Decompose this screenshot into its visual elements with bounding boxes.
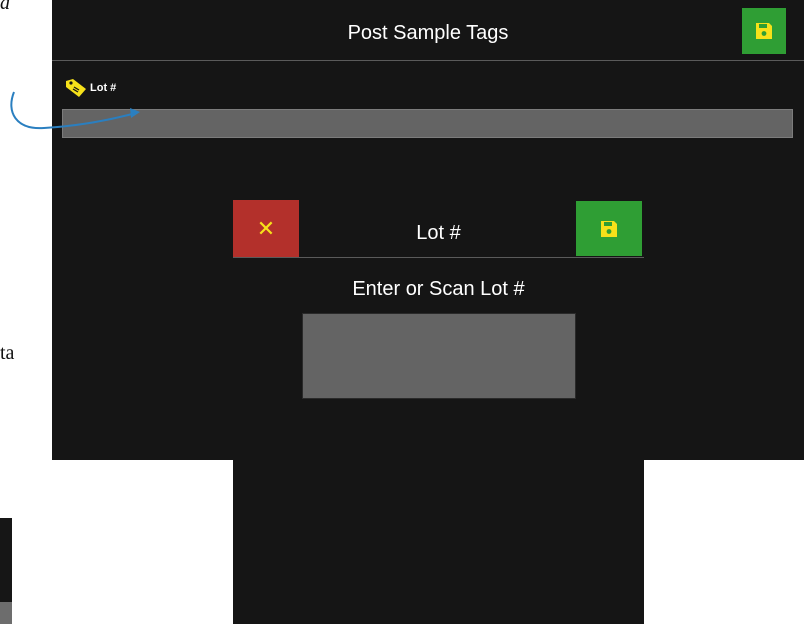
document-text-fragment: d bbox=[0, 0, 10, 14]
screen-header: Post Sample Tags bbox=[52, 0, 804, 61]
dialog-save-button[interactable] bbox=[576, 201, 642, 256]
document-text-fragment: ta bbox=[0, 342, 15, 364]
lot-number-input[interactable] bbox=[302, 313, 576, 399]
lot-field-label: Lot # bbox=[64, 78, 116, 98]
page-title: Post Sample Tags bbox=[347, 22, 509, 44]
dialog-prompt: Enter or Scan Lot # bbox=[352, 278, 525, 300]
dialog-header: ✕ Lot # bbox=[233, 200, 644, 258]
floppy-disk-icon bbox=[756, 23, 772, 39]
cropped-input-fragment bbox=[0, 602, 12, 624]
floppy-disk-icon bbox=[601, 220, 617, 237]
tag-icon bbox=[66, 79, 86, 97]
save-button[interactable] bbox=[742, 8, 786, 54]
lot-label-text: Lot # bbox=[90, 82, 117, 94]
lot-input[interactable] bbox=[62, 109, 793, 138]
lot-entry-dialog: ✕ Lot # Enter or Scan Lot # bbox=[233, 200, 644, 624]
cropped-screenshot-fragment bbox=[0, 518, 12, 624]
